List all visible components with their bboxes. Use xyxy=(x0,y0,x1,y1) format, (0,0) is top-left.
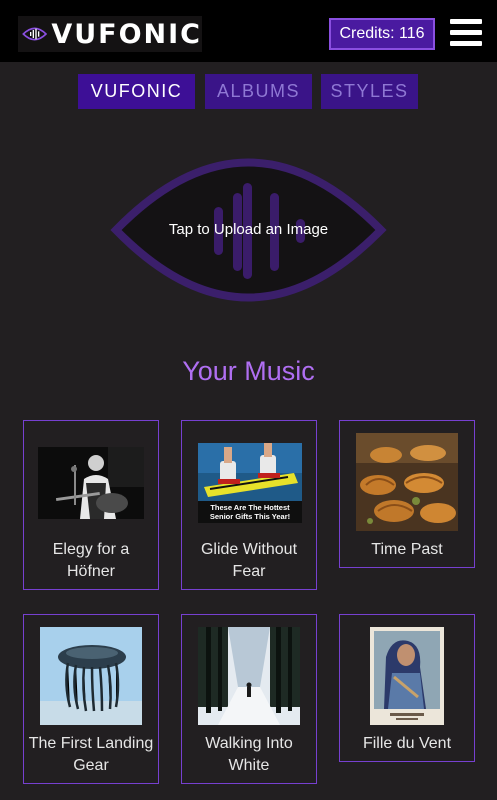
app-header: VUFONIC Credits: 116 xyxy=(0,0,497,62)
music-card-title: Glide Without Fear xyxy=(200,541,298,580)
album-art-image xyxy=(356,433,458,531)
music-card-title: Walking Into White xyxy=(205,735,293,774)
album-art-image xyxy=(38,447,144,519)
music-card-title: Time Past xyxy=(371,541,443,558)
music-card-time-past[interactable]: Time Past xyxy=(339,420,475,568)
tab-albums[interactable]: ALBUMS xyxy=(205,74,312,109)
ad-caption: These Are The Hottest Senior Gifts This … xyxy=(198,501,302,523)
album-art-image xyxy=(198,627,300,725)
waveform-eye-icon xyxy=(22,27,48,41)
music-card-elegy[interactable]: Elegy for a Höfner xyxy=(23,420,159,590)
music-card-first-landing-gear[interactable]: The First Landing Gear xyxy=(23,614,159,784)
credits-button[interactable]: Credits: 116 xyxy=(329,18,435,50)
tab-styles[interactable]: STYLES xyxy=(321,74,418,109)
logo-text: VUFONIC xyxy=(51,18,202,50)
upload-label: Tap to Upload an Image xyxy=(168,221,329,238)
music-card-title: The First Landing Gear xyxy=(28,735,154,774)
hamburger-menu-icon[interactable] xyxy=(450,19,482,47)
tab-vufonic[interactable]: VUFONIC xyxy=(78,74,195,109)
album-art-image xyxy=(370,627,444,725)
your-music-title: Your Music xyxy=(182,356,315,386)
vufonic-logo[interactable]: VUFONIC xyxy=(18,16,202,52)
music-card-title: Fille du Vent xyxy=(362,735,452,752)
music-card-glide[interactable]: These Are The Hottest Senior Gifts This … xyxy=(181,420,317,590)
album-art-image xyxy=(40,627,142,725)
music-card-walking-into-white[interactable]: Walking Into White xyxy=(181,614,317,784)
ad-image: These Are The Hottest Senior Gifts This … xyxy=(198,443,302,523)
music-card-title: Elegy for a Höfner xyxy=(52,541,130,580)
music-card-fille-du-vent[interactable]: Fille du Vent xyxy=(339,614,475,762)
upload-image-button[interactable]: Tap to Upload an Image xyxy=(110,145,387,315)
